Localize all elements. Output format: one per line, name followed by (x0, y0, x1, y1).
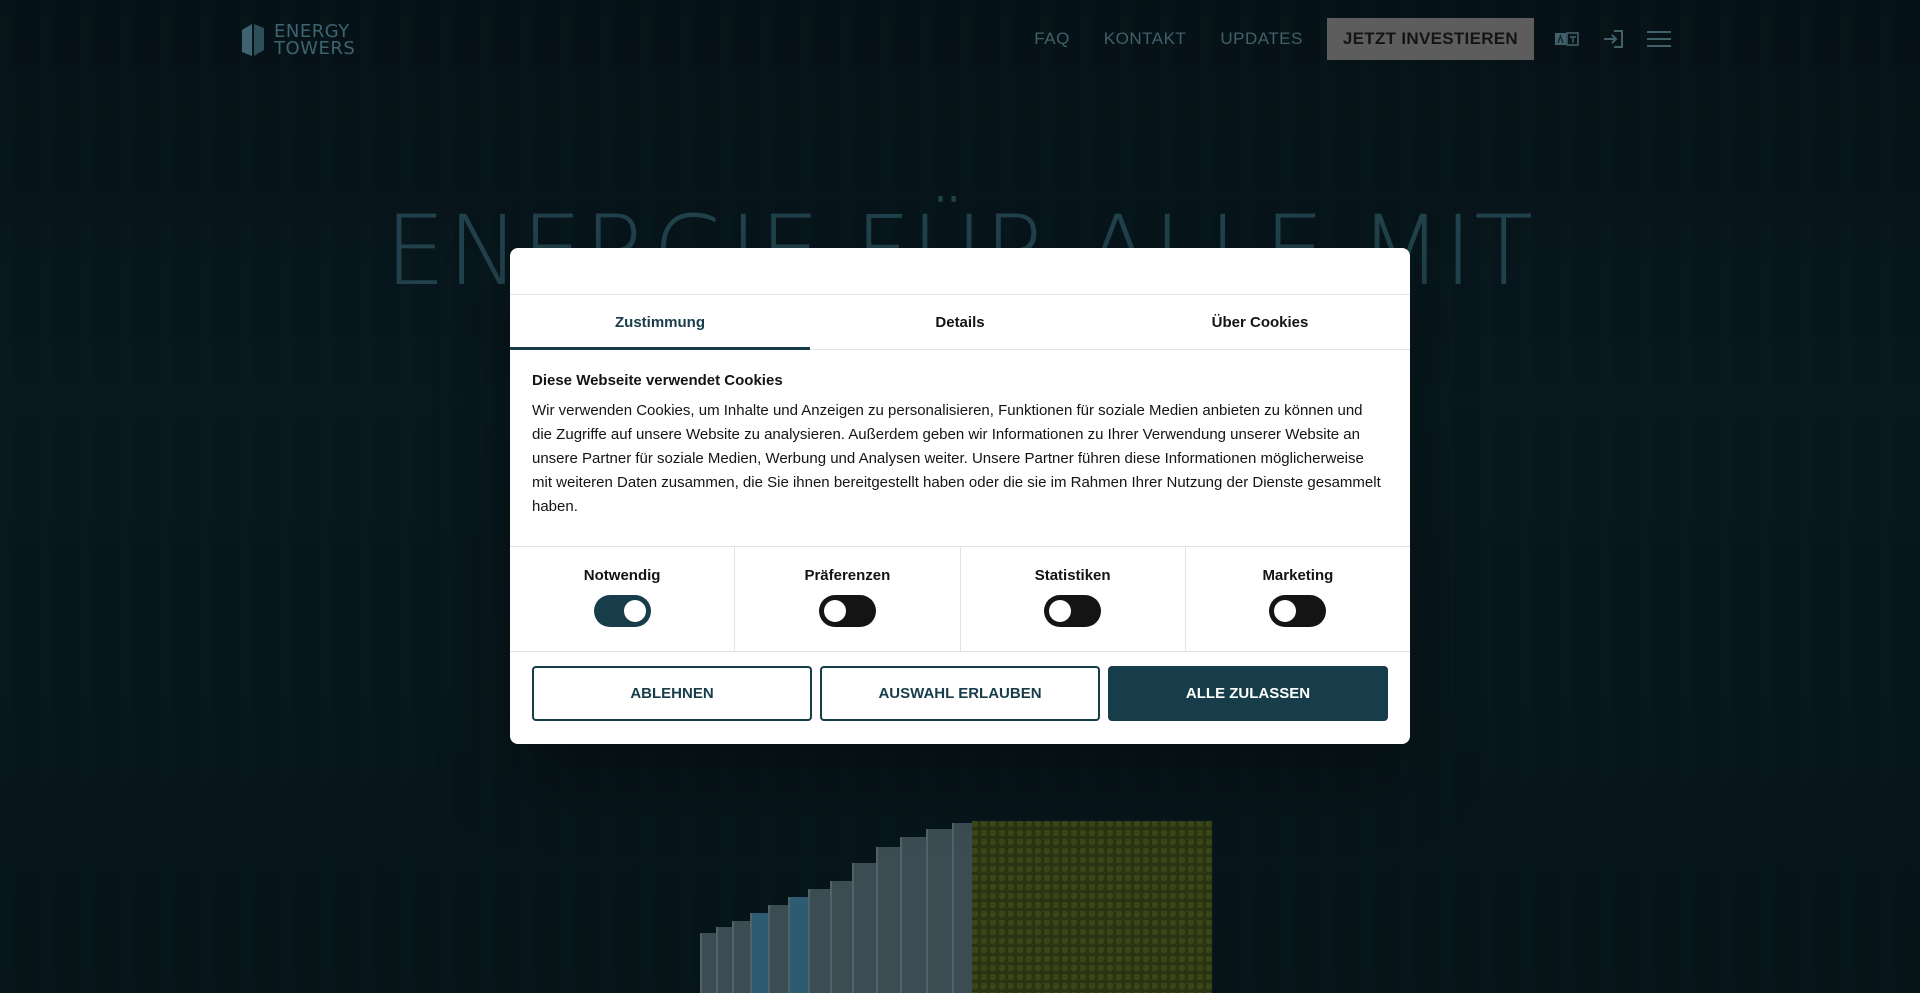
cookie-category-toggles: Notwendig Präferenzen Statistiken Market… (510, 546, 1410, 652)
toggle-knob (823, 600, 846, 622)
cookie-dialog-content: Diese Webseite verwendet Cookies Wir ver… (532, 372, 1382, 519)
category-label: Notwendig (583, 567, 661, 584)
category-preferences: Präferenzen (734, 547, 959, 651)
cookie-dialog-actions: ABLEHNEN AUSWAHL ERLAUBEN ALLE ZULASSEN (532, 666, 1388, 721)
allow-selection-button[interactable]: AUSWAHL ERLAUBEN (820, 666, 1100, 721)
category-necessary: Notwendig (510, 547, 734, 651)
category-statistics: Statistiken (959, 547, 1185, 651)
translate-icon[interactable] (1554, 28, 1580, 50)
site-logo[interactable]: ENERGY TOWERS (240, 22, 355, 58)
tab-consent[interactable]: Zustimmung (510, 295, 810, 350)
necessary-toggle[interactable] (593, 595, 651, 627)
cookie-dialog-heading: Diese Webseite verwendet Cookies (532, 372, 783, 389)
site-header: ENERGY TOWERS FAQ KONTAKT UPDATES JETZT … (0, 0, 1920, 80)
cookie-consent-dialog: Zustimmung Details Über Cookies Diese We… (510, 248, 1410, 744)
category-label: Marketing (1262, 567, 1334, 584)
toggle-knob (1049, 600, 1072, 622)
tab-about-cookies[interactable]: Über Cookies (1110, 295, 1410, 349)
invest-now-button[interactable]: JETZT INVESTIEREN (1326, 18, 1534, 60)
menu-icon[interactable] (1646, 28, 1672, 50)
logo-text: ENERGY TOWERS (274, 23, 356, 59)
tab-details[interactable]: Details (810, 295, 1110, 349)
marketing-toggle[interactable] (1269, 595, 1327, 627)
category-marketing: Marketing (1184, 547, 1410, 651)
nav-link-updates[interactable]: UPDATES (1220, 29, 1303, 49)
logo-icon (242, 24, 264, 56)
cookie-dialog-body: Wir verwenden Cookies, um Inhalte und An… (532, 402, 1381, 515)
login-icon[interactable] (1600, 28, 1626, 50)
preferences-toggle[interactable] (818, 595, 876, 627)
category-label: Präferenzen (804, 567, 891, 584)
nav-link-contact[interactable]: KONTAKT (1104, 29, 1187, 49)
decline-button[interactable]: ABLEHNEN (532, 666, 812, 721)
nav-link-faq[interactable]: FAQ (1034, 29, 1070, 49)
statistics-toggle[interactable] (1044, 595, 1102, 627)
logo-line-2: TOWERS (274, 38, 356, 59)
toggle-knob (623, 600, 646, 622)
category-label: Statistiken (1034, 567, 1111, 584)
hero-towers-image (700, 820, 1220, 993)
allow-all-button[interactable]: ALLE ZULASSEN (1108, 666, 1388, 721)
cookie-dialog-tabs: Zustimmung Details Über Cookies (510, 294, 1410, 350)
main-nav: FAQ KONTAKT UPDATES JETZT INVESTIEREN (1034, 18, 1672, 60)
toggle-knob (1274, 600, 1297, 622)
